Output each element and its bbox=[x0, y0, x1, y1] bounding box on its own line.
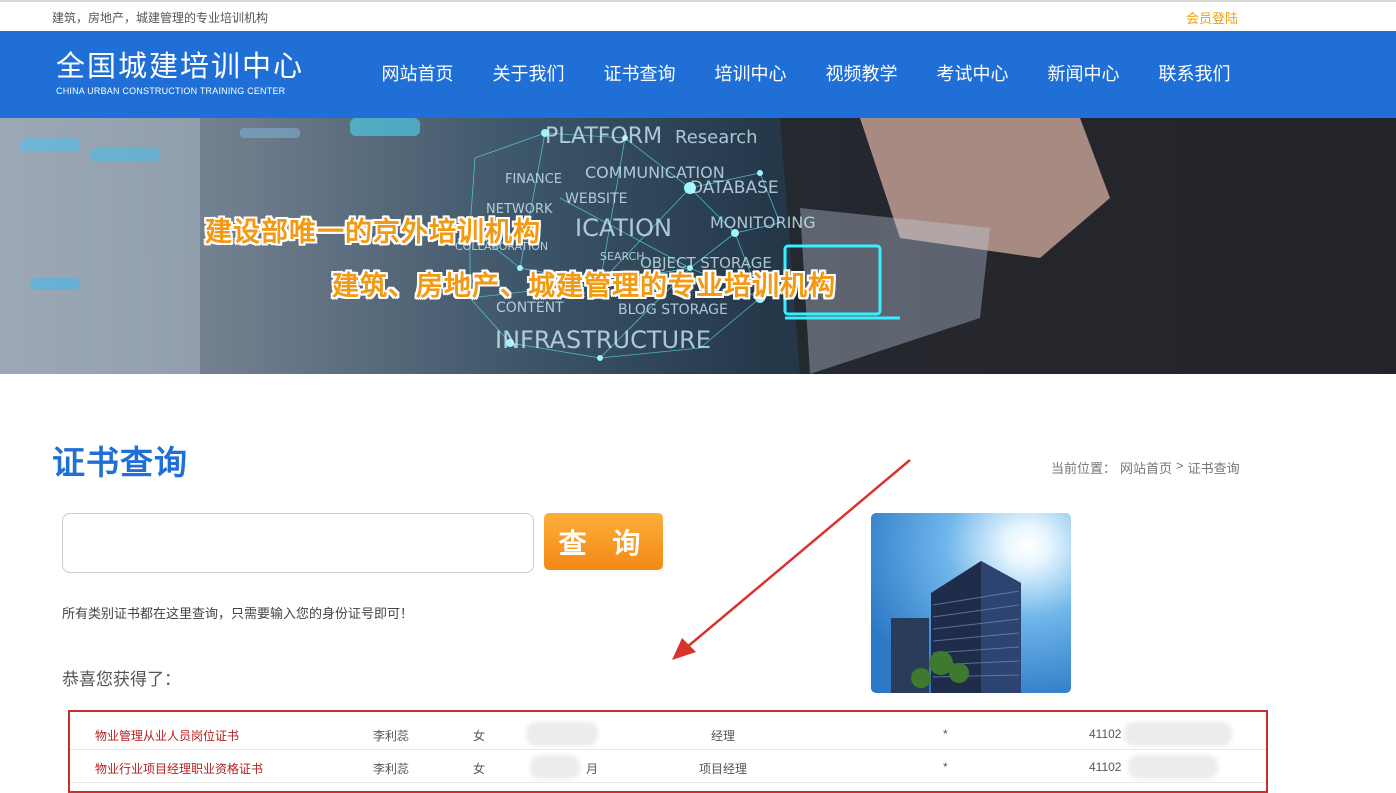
site-tagline: 建筑，房地产，城建管理的专业培训机构 bbox=[52, 11, 269, 25]
nav-item-about[interactable]: 关于我们 bbox=[473, 31, 584, 118]
table-row[interactable]: 物业管理从业人员岗位证书 李利蕊 女 经理 * 41102 bbox=[70, 718, 1266, 750]
nav-item-home[interactable]: 网站首页 bbox=[362, 31, 473, 118]
svg-text:DATABASE: DATABASE bbox=[690, 178, 779, 198]
header: 全国城建培训中心 CHINA URBAN CONSTRUCTION TRAINI… bbox=[0, 31, 1396, 118]
banner-slogan-2: 建筑、房地产、城建管理的专业培训机构 bbox=[332, 271, 836, 301]
svg-text:BLOG STORAGE: BLOG STORAGE bbox=[618, 302, 728, 318]
certificate-name[interactable]: 物业行业项目经理职业资格证书 bbox=[95, 760, 263, 777]
breadcrumb-current: 证书查询 bbox=[1187, 461, 1240, 476]
svg-text:Research: Research bbox=[675, 127, 758, 148]
site-logo[interactable]: 全国城建培训中心 CHINA URBAN CONSTRUCTION TRAINI… bbox=[56, 51, 304, 96]
top-bar: 建筑，房地产，城建管理的专业培训机构 会员登陆 bbox=[0, 0, 1396, 31]
holder-name: 李利蕊 bbox=[373, 729, 410, 743]
holder-name: 李利蕊 bbox=[373, 762, 410, 776]
id-number: 41102 bbox=[1089, 760, 1122, 774]
banner-slogan-1: 建设部唯一的京外培训机构 bbox=[205, 217, 541, 247]
holder-position: 项目经理 bbox=[699, 762, 748, 776]
breadcrumb-prefix: 当前位置： bbox=[1051, 461, 1117, 476]
hero-banner: PLATFORM Research COMMUNICATION FINANCE … bbox=[0, 118, 1396, 374]
query-button[interactable]: 查 询 bbox=[544, 513, 663, 570]
redacted-date bbox=[530, 755, 580, 779]
svg-text:ICATION: ICATION bbox=[575, 214, 672, 242]
svg-text:SEARCH: SEARCH bbox=[600, 250, 645, 263]
id-number: 41102 bbox=[1089, 727, 1122, 741]
building-photo bbox=[871, 513, 1071, 693]
member-login-link[interactable]: 会员登陆 bbox=[1186, 8, 1238, 27]
nav-item-video[interactable]: 视频教学 bbox=[806, 31, 917, 118]
nav-item-contact[interactable]: 联系我们 bbox=[1139, 31, 1250, 118]
breadcrumb: 当前位置： 网站首页 > 证书查询 bbox=[1051, 458, 1240, 477]
certificate-name[interactable]: 物业管理从业人员岗位证书 bbox=[95, 727, 239, 744]
breadcrumb-home[interactable]: 网站首页 bbox=[1120, 458, 1172, 477]
page-title: 证书查询 bbox=[52, 444, 188, 481]
certificate-results-table: 物业管理从业人员岗位证书 李利蕊 女 经理 * 41102 物业行业项目经理职业… bbox=[68, 710, 1268, 793]
star-mark: * bbox=[943, 760, 948, 774]
redacted-id bbox=[1128, 755, 1218, 779]
svg-text:WEBSITE: WEBSITE bbox=[565, 191, 627, 207]
main-nav: 网站首页 关于我们 证书查询 培训中心 视频教学 考试中心 新闻中心 联系我们 bbox=[362, 31, 1250, 118]
date-suffix: 月 bbox=[586, 762, 599, 776]
svg-text:MONITORING: MONITORING bbox=[710, 213, 816, 232]
nav-item-exam[interactable]: 考试中心 bbox=[917, 31, 1028, 118]
id-number-search-input[interactable] bbox=[62, 513, 534, 573]
redacted-date bbox=[526, 722, 598, 746]
breadcrumb-separator: > bbox=[1176, 458, 1184, 473]
logo-title: 全国城建培训中心 bbox=[56, 51, 305, 83]
svg-text:FINANCE: FINANCE bbox=[505, 172, 562, 187]
nav-item-certificate-query[interactable]: 证书查询 bbox=[584, 31, 695, 118]
nav-item-news[interactable]: 新闻中心 bbox=[1028, 31, 1139, 118]
holder-gender: 女 bbox=[473, 729, 486, 743]
redacted-id bbox=[1124, 722, 1232, 746]
nav-item-training[interactable]: 培训中心 bbox=[695, 31, 806, 118]
logo-subtitle: CHINA URBAN CONSTRUCTION TRAINING CENTER bbox=[56, 86, 286, 96]
star-mark: * bbox=[943, 727, 948, 741]
banner-word: PLATFORM bbox=[545, 124, 662, 149]
svg-text:INFRASTRUCTURE: INFRASTRUCTURE bbox=[495, 326, 711, 354]
result-heading: 恭喜您获得了： bbox=[62, 670, 181, 689]
table-row[interactable]: 物业行业项目经理职业资格证书 李利蕊 女 月 项目经理 * 41102 bbox=[70, 751, 1266, 783]
holder-position: 经理 bbox=[711, 729, 736, 743]
search-hint: 所有类别证书都在这里查询，只需要输入您的身份证号即可！ bbox=[62, 606, 414, 621]
holder-gender: 女 bbox=[473, 762, 486, 776]
